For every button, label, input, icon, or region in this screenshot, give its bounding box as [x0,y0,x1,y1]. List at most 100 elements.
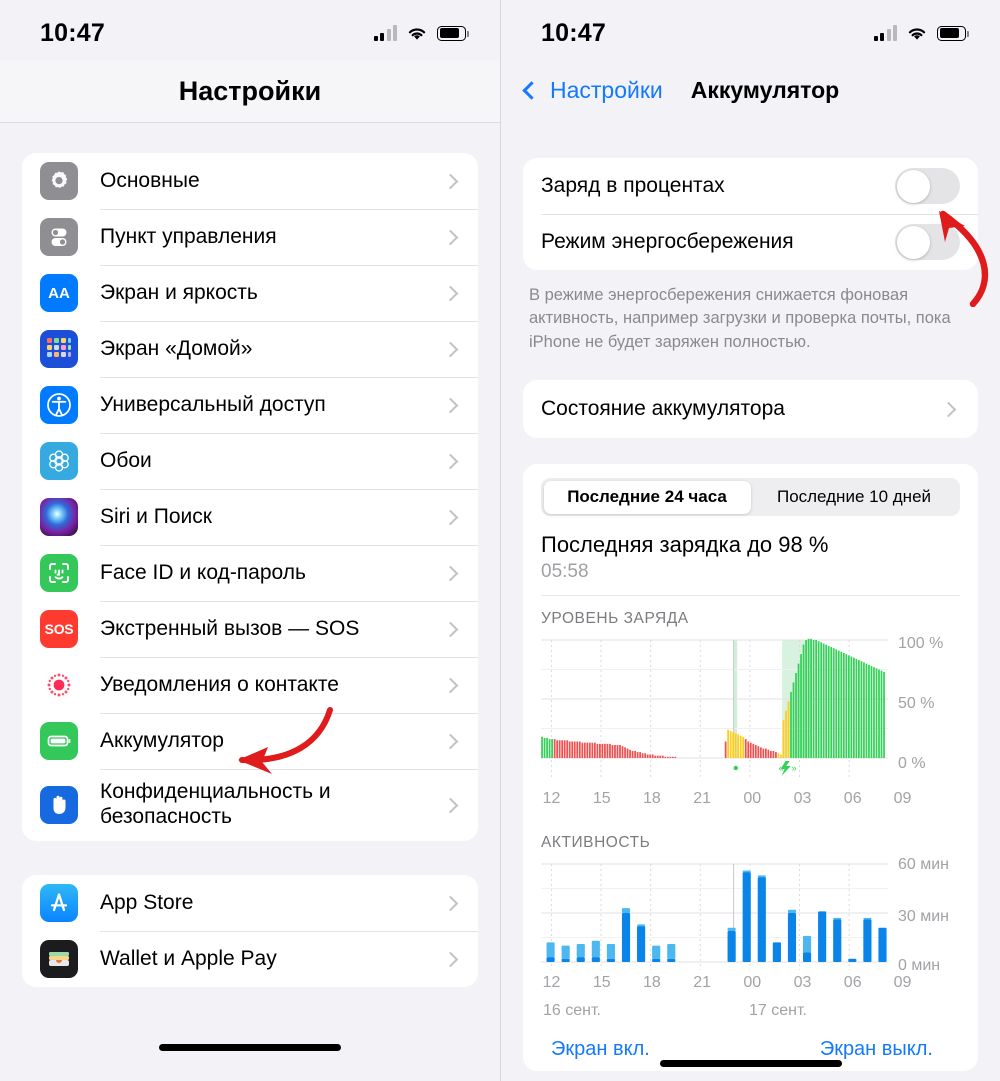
low-power-mode-toggle[interactable] [895,224,960,260]
battery-health-group: Состояние аккумулятора [523,380,978,439]
wallet-icon [40,940,78,978]
sidebar-item-wallet-apple-pay[interactable]: Wallet и Apple Pay [22,931,478,987]
toggle-knob [896,169,930,203]
battery-level-chart: «» 100 % 50 % 0 % [541,635,964,786]
svg-text:«: « [779,763,784,773]
row-battery-percentage[interactable]: Заряд в процентах [523,158,978,214]
page-title: Настройки [178,75,322,106]
x-tick-label: 15 [592,974,611,992]
y-tick-label: 100 % [898,635,944,653]
divider [0,122,500,123]
chevron-right-icon [442,677,459,693]
home-indicator [159,1044,341,1051]
chevron-right-icon [442,397,459,413]
chevron-right-icon [442,797,459,813]
low-power-mode-footnote: В режиме энергосбережения снижается фоно… [529,286,951,351]
y-tick-label: 0 % [898,755,926,773]
activity-day-labels: 16 сент. 17 сент. [541,1002,964,1026]
siri-icon [40,498,78,536]
sidebar-item-home-screen[interactable]: Экран «Домой» [22,321,478,377]
sidebar-item-control-center[interactable]: Пункт управления [22,209,478,265]
row-label: Состояние аккумулятора [541,397,785,421]
tab-last-24-hours[interactable]: Последние 24 часа [543,480,751,514]
x-tick-label: 06 [843,790,862,808]
sidebar-item-battery[interactable]: Аккумулятор [22,713,478,769]
battery-percentage-toggle[interactable] [895,168,960,204]
legend-screen-off: Экран выкл. [819,1038,933,1061]
page-title: Аккумулятор [690,76,840,103]
chevron-left-icon[interactable] [522,80,541,100]
sidebar-item-general[interactable]: Основные [22,153,478,209]
sidebar-item-label: Siri и Поиск [100,504,212,528]
row-low-power-mode[interactable]: Режим энергосбережения [523,214,978,270]
x-tick-label: 00 [743,790,762,808]
status-time: 10:47 [40,18,105,47]
sidebar-item-siri-search[interactable]: Siri и Поиск [22,489,478,545]
sidebar-item-crash-detection[interactable]: Уведомления о контакте [22,657,478,713]
chevron-right-icon [442,285,459,301]
sidebar-item-wallpaper[interactable]: Обои [22,433,478,489]
settings-group-store: App Store Wallet и Apple Pay [22,875,478,987]
activity-svg [541,863,888,971]
battery-icon [937,25,969,41]
x-tick-label: 12 [542,790,561,808]
sidebar-item-label: Уведомления о контакте [100,672,339,696]
day-label: 16 сент. [543,1002,601,1020]
activity-chart: 60 мин 30 мин 0 мин [541,856,964,974]
sidebar-item-display-brightness[interactable]: AA Экран и яркость [22,265,478,321]
y-tick-label: 30 мин [898,908,950,926]
x-tick-label: 21 [693,974,711,992]
battery-level-y-axis: 100 % 50 % 0 % [888,635,964,786]
privacy-hand-icon [40,786,78,824]
home-indicator [659,1060,842,1067]
display-brightness-icon: AA [40,274,78,312]
sidebar-item-label: Аккумулятор [100,728,224,752]
sidebar-item-label: Face ID и код-пароль [100,560,306,584]
x-tick-label: 09 [893,790,912,808]
chevron-right-icon [442,565,459,581]
cellular-signal-icon [373,25,397,41]
home-screen-icon [40,330,78,368]
settings-screen: 10:47 Настройки Основные Пункт управлени… [0,0,500,1081]
app-store-icon [40,884,78,922]
day-label: 17 сент. [749,1002,807,1020]
navigation-bar: Настройки Аккумулятор [501,60,1000,120]
tab-last-10-days[interactable]: Последние 10 дней [751,481,958,514]
activity-y-axis: 60 мин 30 мин 0 мин [888,856,964,974]
sidebar-item-label: Обои [100,448,152,472]
battery-screen: 10:47 Настройки Аккумулятор Заряд в проц… [500,0,1000,1081]
settings-group-primary: Основные Пункт управления AA Экран и ярк… [22,153,478,841]
status-bar-right: 10:47 [501,0,1000,60]
sidebar-item-privacy-security[interactable]: Конфиденциальность и безопасность [22,769,478,841]
time-range-segmented-control[interactable]: Последние 24 часа Последние 10 дней [541,478,960,517]
x-tick-label: 12 [542,974,561,992]
row-battery-health[interactable]: Состояние аккумулятора [523,380,978,438]
x-tick-label: 00 [743,974,762,992]
status-bar-left: 10:47 [0,0,500,60]
battery-level-plot: «» [541,636,888,786]
sidebar-item-accessibility[interactable]: Универсальный доступ [22,377,478,433]
sidebar-item-label: Универсальный доступ [100,392,326,416]
battery-usage-card: Последние 24 часа Последние 10 дней Посл… [523,464,978,1072]
chevron-right-icon [442,951,459,967]
battery-icon [437,25,469,41]
cellular-signal-icon [873,25,897,41]
sidebar-item-emergency-sos[interactable]: SOS Экстренный вызов — SOS [22,601,478,657]
chevron-right-icon [442,895,459,911]
chevron-right-icon [442,229,459,245]
sidebar-item-label: App Store [100,890,194,914]
divider [541,595,960,597]
sidebar-item-label: Пункт управления [100,224,277,248]
gear-icon [40,162,78,200]
x-tick-label: 18 [643,974,661,992]
battery-level-svg: «» [541,639,888,779]
battery-toggles-group: Заряд в процентах Режим энергосбережения [523,158,978,270]
sidebar-item-label: Экран и яркость [100,280,258,304]
sidebar-item-app-store[interactable]: App Store [22,875,478,931]
back-button[interactable]: Настройки [550,77,663,104]
sidebar-item-label: Wallet и Apple Pay [100,946,277,970]
toggle-knob [896,225,930,259]
dual-screenshot: 10:47 Настройки Основные Пункт управлени… [0,0,1000,1081]
sos-icon: SOS [40,610,78,648]
sidebar-item-face-id[interactable]: Face ID и код-пароль [22,545,478,601]
